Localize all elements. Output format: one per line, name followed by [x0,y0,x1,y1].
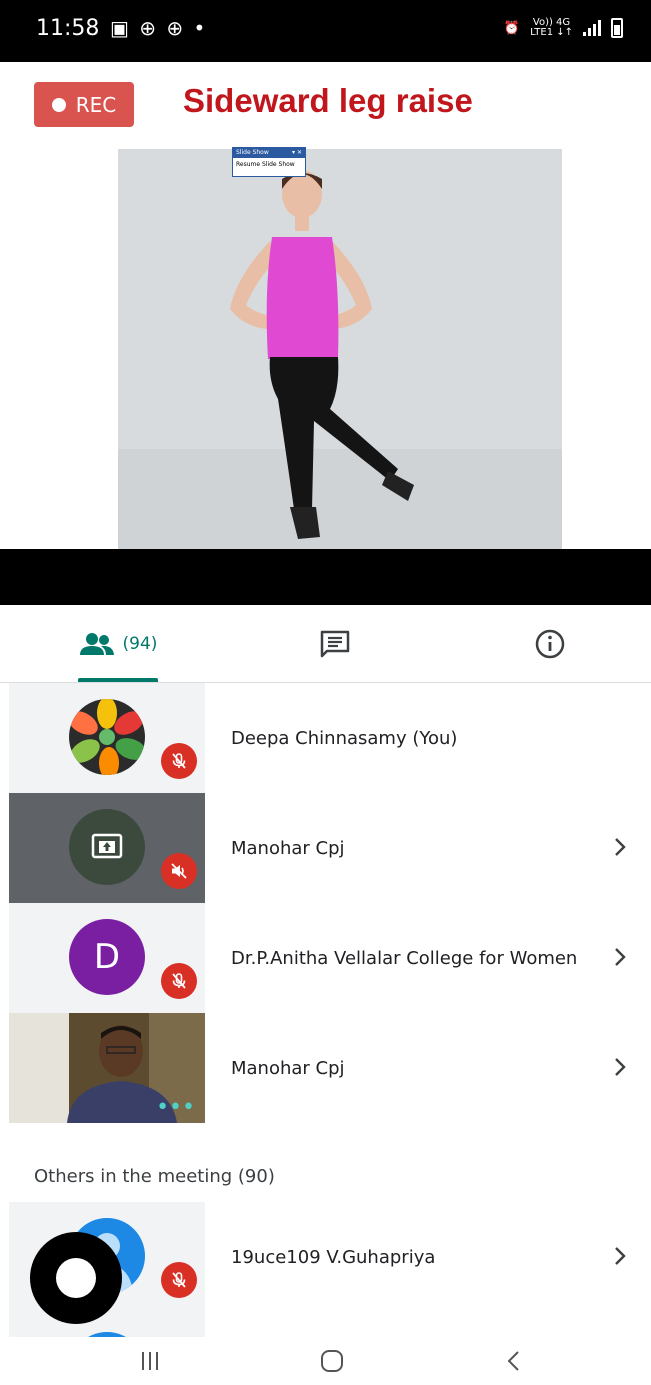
dot-icon: • [193,16,208,40]
tab-info[interactable] [515,605,585,682]
recent-apps-icon [142,1352,158,1370]
status-time: 11:58 [36,16,100,41]
slideshow-toolbar[interactable]: Slide Show ▾ ✕ Resume Slide Show [232,147,306,177]
record-dot-icon [51,97,66,112]
signal-icon [583,20,601,36]
alarm-icon: ⏰ [503,20,521,36]
avatar [69,699,145,775]
network-indicator: Vo)) 4G LTE1 ↓↑ [530,18,573,38]
participant-tile [9,683,205,793]
toolbar-controls-icon[interactable]: ▾ ✕ [292,148,302,158]
avatar: D [69,919,145,995]
muted-mic-icon [161,743,197,779]
notification-icons: ▣ ⊕ ⊕ • [110,16,207,40]
battery-icon [611,18,623,38]
video-letterbox [0,549,651,605]
fruit-photo-avatar [69,699,145,775]
people-count: (94) [122,633,158,654]
slide-title: Sideward leg raise [183,82,473,119]
presentation-view: REC Sideward leg raise Slide Show ▾ ✕ Re… [0,62,651,549]
muted-mic-icon [161,1262,197,1298]
back-button[interactable] [494,1345,534,1377]
chat-icon [320,630,350,657]
participant-name: Manohar Cpj [231,837,345,859]
participant-row[interactable]: D Dr.P.Anitha Vellalar College for Women [9,903,651,1013]
chevron-right-icon[interactable] [609,946,631,968]
chevron-right-icon[interactable] [609,1245,631,1267]
status-bar: 11:58 ▣ ⊕ ⊕ • ⏰ Vo)) 4G LTE1 ↓↑ [0,0,651,62]
recording-indicator[interactable]: REC [34,82,134,127]
participant-row[interactable]: ••• Manohar Cpj [9,1013,651,1123]
others-section-header: Others in the meeting (90) [34,1166,275,1187]
home-button[interactable] [312,1345,352,1377]
meeting-tabs: (94) [0,605,651,683]
participant-name: 19uce109 V.Guhapriya [231,1246,436,1268]
people-icon [79,632,114,655]
system-status: ⏰ Vo)) 4G LTE1 ↓↑ [504,18,623,38]
rec-label: REC [75,92,117,117]
active-tab-indicator [78,678,158,682]
participant-name: Deepa Chinnasamy (You) [231,727,458,749]
recent-apps-button[interactable] [130,1345,170,1377]
participant-tile [9,793,205,903]
slideshow-toolbar-title: Slide Show [236,149,269,156]
back-icon [507,1351,519,1371]
network-bottom-text: LTE1 ↓↑ [530,27,573,38]
participant-name: Dr.P.Anitha Vellalar College for Women [231,947,578,969]
participant-tile: D [9,903,205,1013]
tab-people[interactable]: (94) [60,605,176,682]
app-icon: ⊕ [139,16,159,40]
floating-assistant-button[interactable] [30,1232,122,1324]
chevron-right-icon[interactable] [609,1056,631,1078]
screen-share-icon [91,833,123,859]
participant-video-tile: ••• [9,1013,205,1123]
home-icon [321,1350,343,1372]
info-icon [535,629,565,658]
more-options-icon[interactable]: ••• [156,1097,195,1119]
woman-leg-raise-illustration [118,149,562,549]
chevron-right-icon[interactable] [609,836,631,858]
muted-speaker-icon [161,853,197,889]
participant-row[interactable]: Manohar Cpj [9,793,651,903]
participant-name: Manohar Cpj [231,1057,345,1079]
muted-mic-icon [161,963,197,999]
avatar [69,809,145,885]
app-icon: ⊕ [166,16,186,40]
tab-chat[interactable] [300,605,370,682]
system-navigation-bar [0,1337,651,1385]
exercise-photo [118,149,562,549]
resume-slideshow-button[interactable]: Resume Slide Show [233,158,305,172]
participant-row[interactable]: Deepa Chinnasamy (You) [9,683,651,793]
slideshow-toolbar-header: Slide Show ▾ ✕ [233,148,305,158]
gallery-icon: ▣ [110,16,131,40]
